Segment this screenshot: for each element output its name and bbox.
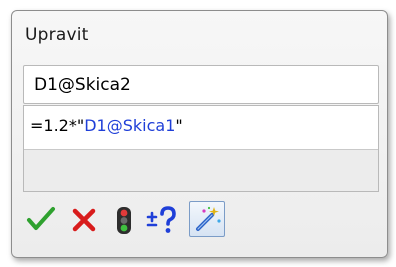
- magic-wand-icon: [196, 206, 221, 231]
- dialog-toolbar: [25, 201, 275, 237]
- dimension-name-field: D1@Skica2: [23, 65, 379, 104]
- equation-input[interactable]: =1.2*"D1@Skica1": [24, 106, 378, 150]
- plus-minus-question-icon: [146, 206, 176, 233]
- traffic-light-icon: [117, 207, 131, 234]
- close-x-icon: [72, 208, 96, 232]
- magic-tool-button[interactable]: [189, 201, 225, 237]
- equation-prefix: =1.2*: [30, 116, 77, 135]
- modify-dialog: Upravit D1@Skica2 =1.2*"D1@Skica1": [11, 10, 388, 258]
- tolerance-button[interactable]: [145, 203, 179, 237]
- dialog-title: Upravit: [25, 25, 89, 45]
- cancel-button[interactable]: [67, 203, 101, 237]
- rebuild-button[interactable]: [107, 203, 141, 237]
- equation-reference: D1@Skica1: [84, 116, 176, 135]
- checkmark-icon: [27, 207, 55, 230]
- dimension-name-text: D1@Skica2: [34, 75, 131, 95]
- ok-button[interactable]: [25, 203, 59, 237]
- equation-quote-close: ": [175, 116, 183, 135]
- equation-area: =1.2*"D1@Skica1": [23, 105, 379, 192]
- equation-text: =1.2*"D1@Skica1": [30, 116, 183, 135]
